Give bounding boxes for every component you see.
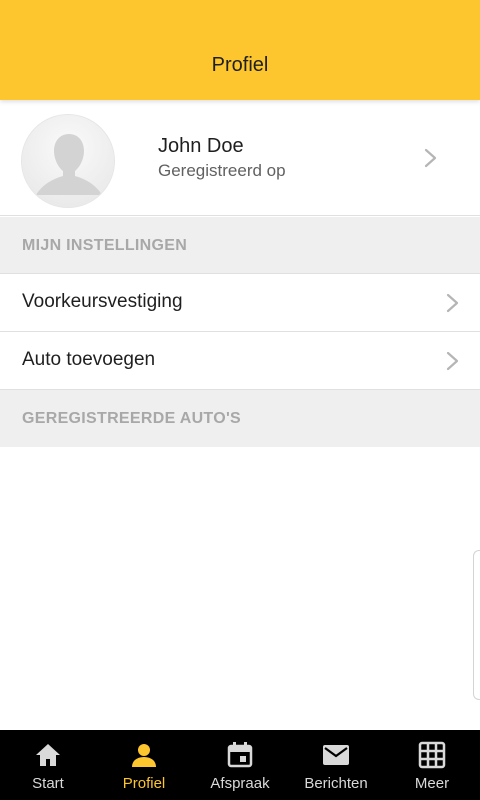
list-item-add-car[interactable]: Auto toevoegen (0, 332, 480, 390)
list-item-label: Voorkeursvestiging (22, 291, 183, 312)
section-header-registered-cars: GEREGISTREERDE AUTO'S (0, 390, 480, 447)
profile-registered-label: Geregistreerd op (158, 161, 286, 180)
nav-item-meer[interactable]: Meer (384, 730, 480, 800)
section-title: GEREGISTREERDE AUTO'S (22, 410, 242, 427)
list-item-preferred-branch[interactable]: Voorkeursvestiging (0, 274, 480, 332)
grid-icon (417, 740, 447, 770)
bottom-navigation: Start Profiel Afspraak Berichten Meer (0, 730, 480, 800)
mail-icon (321, 740, 351, 770)
chevron-right-icon (445, 350, 461, 372)
nav-label: Profiel (122, 775, 166, 792)
list-item-label: Auto toevoegen (22, 349, 156, 370)
avatar (21, 114, 115, 208)
nav-item-start[interactable]: Start (0, 730, 96, 800)
profile-name: John Doe (158, 135, 244, 157)
calendar-icon (225, 740, 255, 770)
home-icon (33, 740, 63, 770)
page-title: Profiel (211, 54, 269, 76)
nav-item-profiel[interactable]: Profiel (96, 730, 192, 800)
nav-label: Berichten (304, 775, 368, 792)
chevron-right-icon (445, 292, 461, 314)
nav-label: Afspraak (210, 775, 270, 792)
chevron-right-icon (423, 147, 439, 169)
nav-label: Meer (414, 775, 450, 792)
nav-item-berichten[interactable]: Berichten (288, 730, 384, 800)
profile-screen: Profiel John Doe Geregistreerd op MIJN I… (0, 0, 480, 800)
profile-row[interactable]: John Doe Geregistreerd op (0, 100, 480, 216)
section-title: MIJN INSTELLINGEN (22, 237, 188, 254)
person-icon (129, 740, 159, 770)
person-silhouette-icon (22, 115, 114, 207)
edge-drawer-handle[interactable] (473, 550, 480, 700)
section-header-settings: MIJN INSTELLINGEN (0, 217, 480, 274)
nav-label: Start (32, 775, 64, 792)
nav-item-afspraak[interactable]: Afspraak (192, 730, 288, 800)
app-header: Profiel (0, 0, 480, 100)
